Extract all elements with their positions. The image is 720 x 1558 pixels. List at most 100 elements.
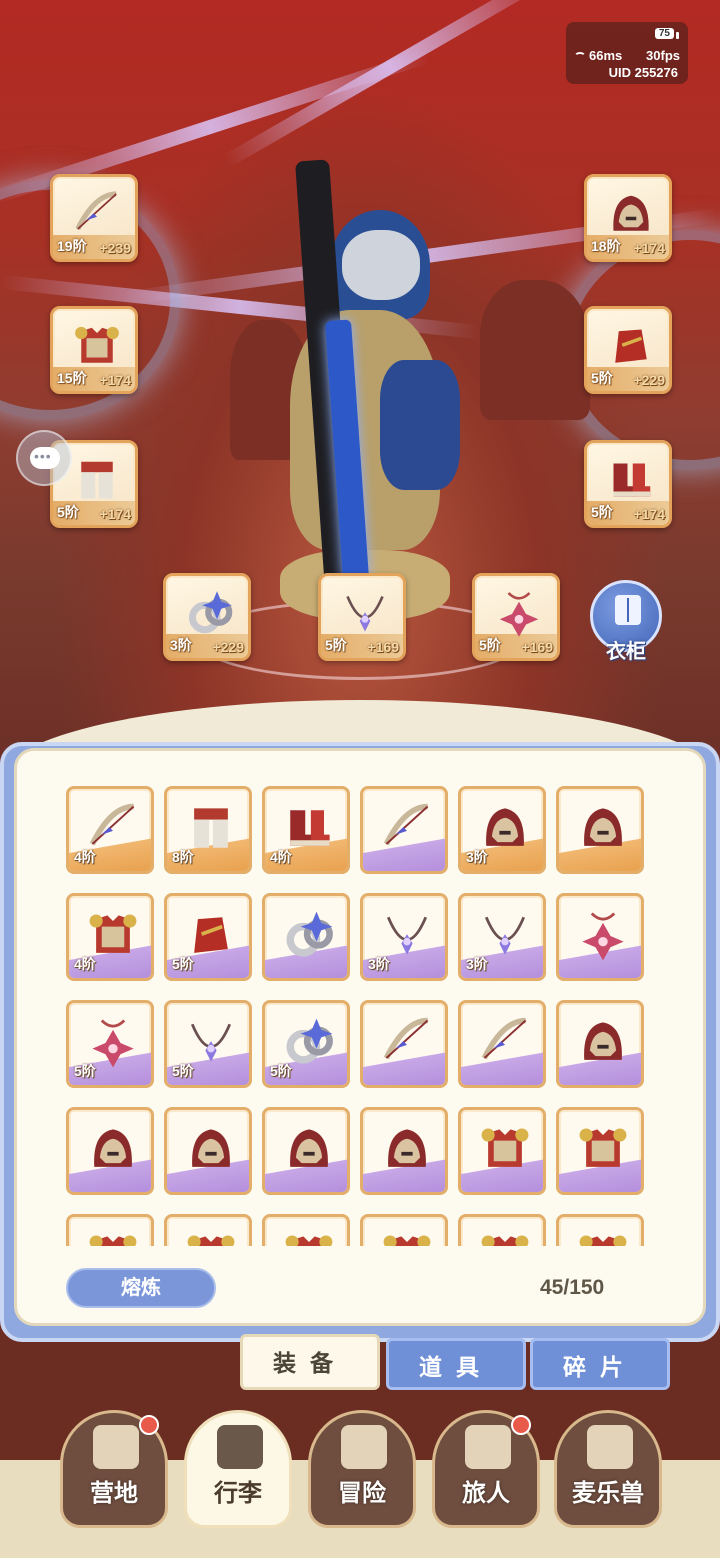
slot-bonus: +174: [99, 372, 131, 388]
inventory-item-amulet[interactable]: [556, 893, 644, 981]
gloves-icon: [603, 319, 659, 375]
inventory-item-armor[interactable]: [360, 1214, 448, 1246]
helmet-icon: [279, 1120, 339, 1180]
equipped-slot-boots[interactable]: 5阶 +174: [584, 440, 672, 528]
equipped-slot-helmet[interactable]: 18阶 +174: [584, 174, 672, 262]
nav-traveler[interactable]: 旅人: [432, 1410, 540, 1528]
inventory-item-armor[interactable]: [556, 1214, 644, 1246]
inventory-item-bow[interactable]: 4阶: [66, 786, 154, 874]
inventory-item-armor[interactable]: [164, 1214, 252, 1246]
armor-icon: [83, 1227, 143, 1246]
helmet-icon: [573, 1013, 633, 1073]
network-status: 75 66ms 30fps UID 255276: [566, 22, 688, 84]
slot-level: 5阶: [479, 637, 501, 653]
inventory-item-armor[interactable]: 4阶: [66, 893, 154, 981]
equipped-slot-armor[interactable]: 15阶 +174: [50, 306, 138, 394]
item-level: 4阶: [74, 849, 96, 865]
inventory-item-necklace[interactable]: 5阶: [164, 1000, 252, 1088]
tab-fragments[interactable]: 碎片: [530, 1338, 670, 1390]
inventory-item-leggings[interactable]: 8阶: [164, 786, 252, 874]
leggings-icon: [69, 453, 125, 509]
slot-level: 18阶: [591, 238, 621, 254]
inventory-item-helmet[interactable]: [164, 1107, 252, 1195]
inventory-item-armor[interactable]: [262, 1214, 350, 1246]
slot-bonus: +174: [99, 506, 131, 522]
item-level: 5阶: [172, 1063, 194, 1079]
backpack-icon: [217, 1425, 263, 1469]
slot-bonus: +229: [633, 372, 665, 388]
slot-bonus: +174: [633, 240, 665, 256]
nav-fox[interactable]: 麦乐兽: [554, 1410, 662, 1528]
rock-formation: [480, 280, 590, 420]
wardrobe-icon: [615, 595, 641, 625]
chat-button[interactable]: [16, 430, 72, 486]
inventory-item-helmet[interactable]: [556, 786, 644, 874]
boots-icon: [603, 453, 659, 509]
wardrobe-label: 衣柜: [606, 641, 646, 663]
inventory-item-helmet[interactable]: [262, 1107, 350, 1195]
character-hair: [342, 230, 420, 300]
ring-icon: [182, 586, 238, 642]
inventory-scroll[interactable]: 4阶 8阶 4阶 3阶 4阶 5阶 3阶 3阶 5阶 5阶 5阶: [66, 786, 656, 1246]
slot-level: 5阶: [57, 504, 79, 520]
smelt-button[interactable]: 熔炼: [66, 1268, 216, 1308]
slot-level: 3阶: [170, 637, 192, 653]
armor-icon: [573, 1120, 633, 1180]
slot-bonus: +169: [521, 639, 553, 655]
inventory-item-armor[interactable]: [458, 1107, 546, 1195]
ping-value: 66ms: [589, 48, 623, 63]
inventory-item-helmet[interactable]: 3阶: [458, 786, 546, 874]
armor-icon: [181, 1227, 241, 1246]
bow-icon: [377, 1013, 437, 1073]
equipped-slot-necklace[interactable]: 5阶 +169: [318, 573, 406, 661]
inventory-item-bow[interactable]: [360, 1000, 448, 1088]
bow-icon: [377, 799, 437, 859]
nav-backpack[interactable]: 行李: [184, 1410, 292, 1528]
slot-bonus: +169: [367, 639, 399, 655]
crossed-swords-icon: [341, 1425, 387, 1469]
armor-icon: [573, 1227, 633, 1246]
inventory-item-amulet[interactable]: 5阶: [66, 1000, 154, 1088]
equipped-slot-gloves[interactable]: 5阶 +229: [584, 306, 672, 394]
item-level: 3阶: [466, 849, 488, 865]
slot-level: 19阶: [57, 238, 87, 254]
inventory-item-helmet[interactable]: [556, 1000, 644, 1088]
armor-icon: [69, 319, 125, 375]
helmet-icon: [83, 1120, 143, 1180]
nav-label: 旅人: [462, 1480, 510, 1507]
inventory-item-bow[interactable]: [360, 786, 448, 874]
nav-crossed-swords[interactable]: 冒险: [308, 1410, 416, 1528]
item-level: 5阶: [270, 1063, 292, 1079]
inventory-item-helmet[interactable]: [66, 1107, 154, 1195]
tab-items[interactable]: 道具: [386, 1338, 526, 1390]
helmet-icon: [377, 1120, 437, 1180]
equipped-slot-ring[interactable]: 3阶 +229: [163, 573, 251, 661]
traveler-icon: [465, 1425, 511, 1469]
equipped-slot-amulet[interactable]: 5阶 +169: [472, 573, 560, 661]
battery-indicator: 75: [654, 28, 680, 39]
uid-readout: UID 255276: [608, 65, 678, 80]
equipped-slot-bow[interactable]: 19阶 +239: [50, 174, 138, 262]
inventory-capacity: 45/150: [540, 1276, 605, 1299]
inventory-item-ring[interactable]: 5阶: [262, 1000, 350, 1088]
armor-icon: [279, 1227, 339, 1246]
item-level: 4阶: [74, 956, 96, 972]
necklace-icon: [337, 586, 393, 642]
inventory-item-necklace[interactable]: 3阶: [458, 893, 546, 981]
inventory-item-armor[interactable]: [458, 1214, 546, 1246]
inventory-item-boots[interactable]: 4阶: [262, 786, 350, 874]
item-level: 8阶: [172, 849, 194, 865]
tab-equipment[interactable]: 装备: [240, 1334, 380, 1390]
nav-label: 行李: [214, 1480, 262, 1507]
player-character[interactable]: [270, 159, 460, 630]
inventory-item-bow[interactable]: [458, 1000, 546, 1088]
inventory-item-helmet[interactable]: [360, 1107, 448, 1195]
inventory-item-armor[interactable]: [556, 1107, 644, 1195]
nav-castle[interactable]: 营地: [60, 1410, 168, 1528]
inventory-item-necklace[interactable]: 3阶: [360, 893, 448, 981]
inventory-item-armor[interactable]: [66, 1214, 154, 1246]
inventory-item-ring[interactable]: [262, 893, 350, 981]
slot-level: 5阶: [591, 370, 613, 386]
wardrobe-button[interactable]: 衣柜: [590, 580, 662, 663]
inventory-item-gloves[interactable]: 5阶: [164, 893, 252, 981]
